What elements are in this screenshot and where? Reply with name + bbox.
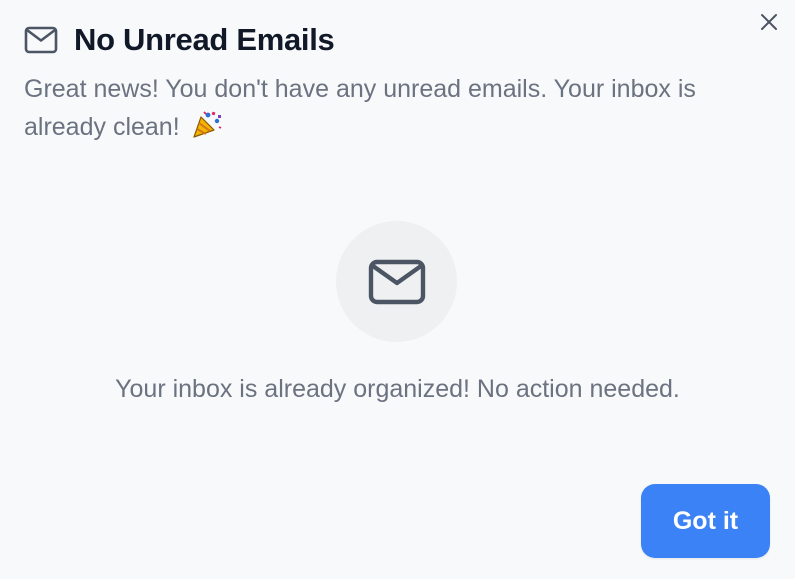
dialog-header: No Unread Emails bbox=[24, 22, 335, 58]
empty-state-message: Your inbox is already organized! No acti… bbox=[115, 375, 680, 403]
dialog-description: Great news! You don't have any unread em… bbox=[24, 70, 754, 146]
dialog-title: No Unread Emails bbox=[74, 22, 335, 57]
no-unread-emails-dialog: No Unread Emails Great news! You don't h… bbox=[0, 0, 795, 579]
mail-icon bbox=[368, 259, 425, 304]
empty-inbox-illustration bbox=[336, 221, 457, 342]
close-button[interactable] bbox=[757, 10, 781, 34]
got-it-button[interactable]: Got it bbox=[641, 484, 770, 558]
mail-icon bbox=[24, 23, 58, 57]
description-text: Great news! You don't have any unread em… bbox=[24, 75, 696, 141]
party-popper-icon bbox=[191, 109, 223, 139]
close-icon bbox=[761, 14, 777, 30]
